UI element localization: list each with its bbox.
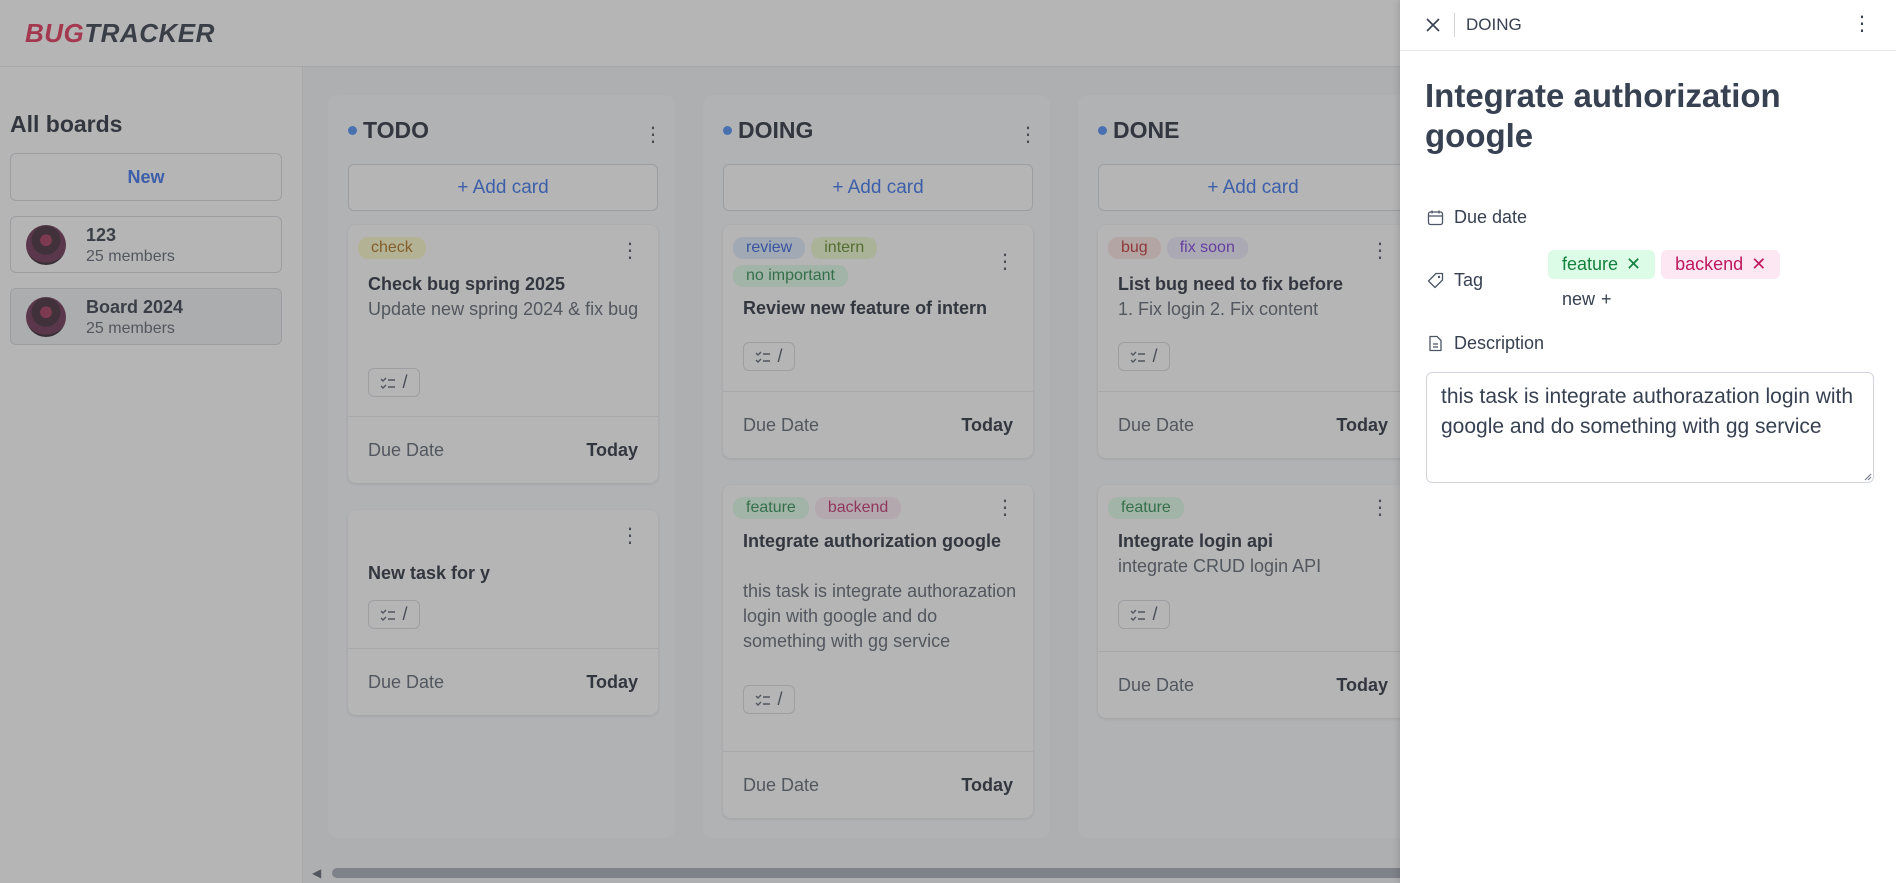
tag-chip[interactable]: feature ✕	[1548, 250, 1656, 279]
due-date-field[interactable]: Due date	[1427, 207, 1527, 228]
header-divider	[1454, 13, 1455, 37]
tag-label: Tag	[1454, 270, 1484, 290]
calendar-icon	[1427, 210, 1444, 226]
description-field: Description	[1427, 333, 1544, 354]
panel-title[interactable]: Integrate authorization google	[1425, 76, 1865, 156]
document-icon	[1429, 335, 1442, 352]
remove-tag-icon[interactable]: ✕	[1751, 254, 1766, 275]
description-label: Description	[1454, 333, 1545, 353]
description-textarea[interactable]: this task is integrate authorazation log…	[1426, 372, 1874, 483]
panel-status: DOING	[1466, 15, 1522, 34]
remove-tag-icon[interactable]: ✕	[1626, 254, 1641, 275]
tag-field: Tag	[1427, 270, 1483, 291]
tag-chip-label: backend	[1675, 254, 1744, 274]
tag-chip-label: feature	[1562, 254, 1619, 274]
add-tag-label: new	[1562, 289, 1596, 309]
plus-icon: +	[1601, 289, 1612, 309]
panel-menu-icon[interactable]: ⋮	[1852, 14, 1872, 34]
tag-chip[interactable]: backend ✕	[1661, 250, 1781, 279]
due-date-label: Due date	[1454, 207, 1528, 227]
card-detail-panel: DOING ⋮ Integrate authorization google D…	[1400, 0, 1896, 883]
panel-tag-list: feature ✕ backend ✕ new +	[1548, 250, 1848, 314]
panel-header: DOING ⋮	[1400, 0, 1896, 51]
add-tag-button[interactable]: new +	[1548, 285, 1626, 314]
tag-icon	[1427, 272, 1444, 289]
close-icon[interactable]	[1424, 16, 1442, 34]
resize-handle-icon[interactable]	[1862, 471, 1872, 481]
